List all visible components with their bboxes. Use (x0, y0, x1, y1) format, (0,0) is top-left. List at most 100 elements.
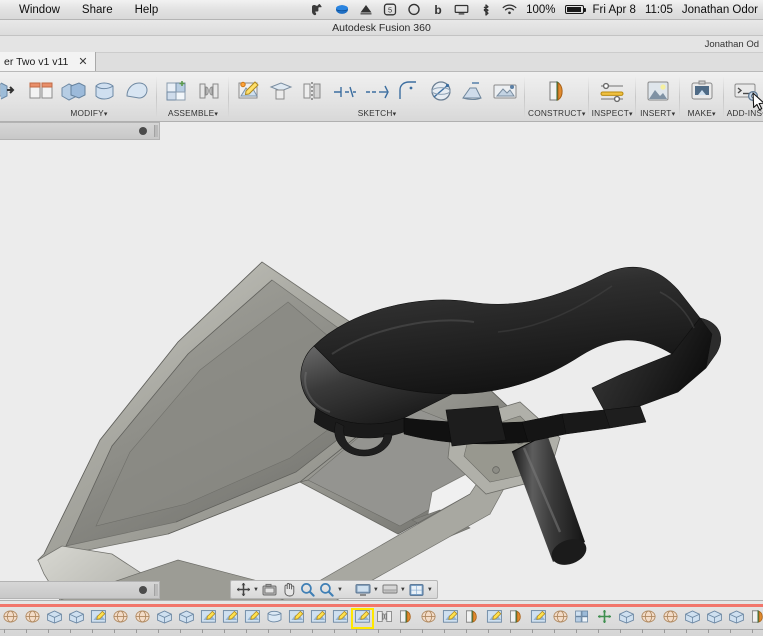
ribbon-group-label-construct[interactable]: CONSTRUCT▾ (528, 108, 586, 120)
timeline-feature[interactable] (550, 609, 571, 628)
bottom-panel-collapsed[interactable] (0, 581, 160, 599)
menubar-username[interactable]: Jonathan Odor (682, 4, 758, 16)
timeline-feature[interactable] (506, 609, 527, 628)
ribbon-group-label-inspect[interactable]: INSPECT▾ (592, 108, 633, 120)
menu-share[interactable]: Share (71, 0, 124, 20)
timeline-feature[interactable] (66, 609, 87, 628)
timeline-feature[interactable] (594, 609, 615, 628)
create-sketch-tool[interactable] (234, 76, 264, 106)
zoom-window-caret-icon[interactable]: ▼ (337, 587, 343, 593)
timeline-feature[interactable] (462, 609, 483, 628)
display-mode-caret-icon[interactable]: ▼ (373, 587, 379, 593)
display-mode-tool[interactable] (355, 582, 371, 598)
airplay-display-icon[interactable] (454, 2, 469, 17)
evernote-icon[interactable] (310, 2, 325, 17)
dimension-tool[interactable] (330, 76, 360, 106)
timeline-feature[interactable] (308, 609, 329, 628)
zoom-tool[interactable] (300, 582, 316, 598)
timeline-feature[interactable] (682, 609, 703, 628)
bottom-resize-grip[interactable] (154, 584, 158, 596)
timeline-feature[interactable] (418, 609, 439, 628)
draft-tool[interactable] (122, 76, 152, 106)
timeline-feature[interactable] (440, 609, 461, 628)
document-tab[interactable]: er Two v1 v11 ✕ (0, 52, 96, 71)
menu-window[interactable]: Window (8, 0, 71, 20)
timeline-feature[interactable] (704, 609, 725, 628)
joint-tool[interactable] (194, 76, 224, 106)
grid-snap-tool[interactable] (382, 582, 398, 598)
timeline-feature[interactable] (88, 609, 109, 628)
timeline-feature[interactable] (286, 609, 307, 628)
3d-print-tool[interactable] (685, 76, 719, 106)
timeline-feature[interactable] (198, 609, 219, 628)
viewport-layout-caret-icon[interactable]: ▼ (427, 587, 433, 593)
wifi-icon[interactable] (502, 2, 517, 17)
timeline-feature[interactable] (242, 609, 263, 628)
timeline-feature[interactable] (396, 609, 417, 628)
timeline-feature[interactable] (132, 609, 153, 628)
fillet-tool[interactable] (58, 76, 88, 106)
timeline-bar[interactable] (0, 600, 763, 636)
timeline-feature[interactable] (374, 609, 395, 628)
press-pull-tool[interactable] (26, 76, 56, 106)
browser-panel-collapsed[interactable] (0, 122, 160, 140)
shell-tool[interactable] (90, 76, 120, 106)
timeline-feature[interactable] (351, 608, 374, 629)
box-tool[interactable] (490, 76, 520, 106)
timeline-feature[interactable] (44, 609, 65, 628)
browser-collapse-icon[interactable] (139, 127, 147, 135)
timeline-feature[interactable] (660, 609, 681, 628)
timeline-feature[interactable] (616, 609, 637, 628)
measure-tool[interactable] (595, 76, 629, 106)
timeline-feature[interactable] (264, 609, 285, 628)
timeline-feature[interactable] (154, 609, 175, 628)
3d-viewport[interactable] (0, 122, 763, 600)
ribbon-group-label-make[interactable]: MAKE▾ (688, 108, 716, 120)
offset-tool[interactable] (362, 76, 392, 106)
dropbox-icon[interactable] (358, 2, 373, 17)
timeline-feature[interactable] (572, 609, 593, 628)
timeline-feature[interactable] (726, 609, 747, 628)
pan-orbit-caret-icon[interactable]: ▼ (253, 587, 259, 593)
scripts-addins-tool[interactable] (729, 76, 763, 106)
timeline-feature[interactable] (0, 609, 21, 628)
new-component-tool[interactable] (162, 76, 192, 106)
display-settings-tool[interactable] (262, 582, 278, 598)
timeline-feature[interactable] (484, 609, 505, 628)
blue-orb-icon[interactable] (334, 2, 349, 17)
pan-tool[interactable] (281, 582, 297, 598)
mirror-tool[interactable] (298, 76, 328, 106)
viewport-layout-tool[interactable] (409, 582, 425, 598)
timeline-feature[interactable] (528, 609, 549, 628)
timeline-feature[interactable] (110, 609, 131, 628)
five-badge-icon[interactable]: 5 (382, 2, 397, 17)
timeline-feature[interactable] (22, 609, 43, 628)
timeline-feature[interactable] (176, 609, 197, 628)
extrude-tool[interactable] (0, 76, 16, 106)
timeline-feature[interactable] (638, 609, 659, 628)
ribbon-group-label-modify[interactable]: MODIFY▾ (70, 108, 107, 120)
sphere-tool[interactable] (426, 76, 456, 106)
timeline-feature[interactable] (220, 609, 241, 628)
pan-orbit-tool[interactable] (235, 582, 251, 598)
menu-help[interactable]: Help (124, 0, 170, 20)
ribbon-group-label-assemble[interactable]: ASSEMBLE▾ (168, 108, 218, 120)
close-icon[interactable]: ✕ (78, 55, 87, 68)
browser-resize-grip[interactable] (154, 125, 158, 137)
ribbon-group-label-addins[interactable]: ADD-INS▾ (727, 108, 763, 120)
ribbon-group-label-insert[interactable]: INSERT▾ (640, 108, 675, 120)
sketch-plane-tool[interactable] (266, 76, 296, 106)
revolve-tool[interactable] (458, 76, 488, 106)
ribbon-group-label-sketch[interactable]: SKETCH▾ (358, 108, 397, 120)
account-name-label[interactable]: Jonathan Od (705, 39, 759, 50)
zoom-window-tool[interactable] (319, 582, 335, 598)
bottom-collapse-icon[interactable] (139, 586, 147, 594)
arc-tool[interactable] (394, 76, 424, 106)
bluetooth-icon[interactable] (478, 2, 493, 17)
timeline-feature[interactable] (748, 609, 763, 628)
construct-plane-tool[interactable] (540, 76, 574, 106)
backblaze-b-icon[interactable]: b (430, 2, 445, 17)
grid-snap-caret-icon[interactable]: ▼ (400, 587, 406, 593)
insert-image-tool[interactable] (641, 76, 675, 106)
battery-icon[interactable] (564, 5, 586, 14)
